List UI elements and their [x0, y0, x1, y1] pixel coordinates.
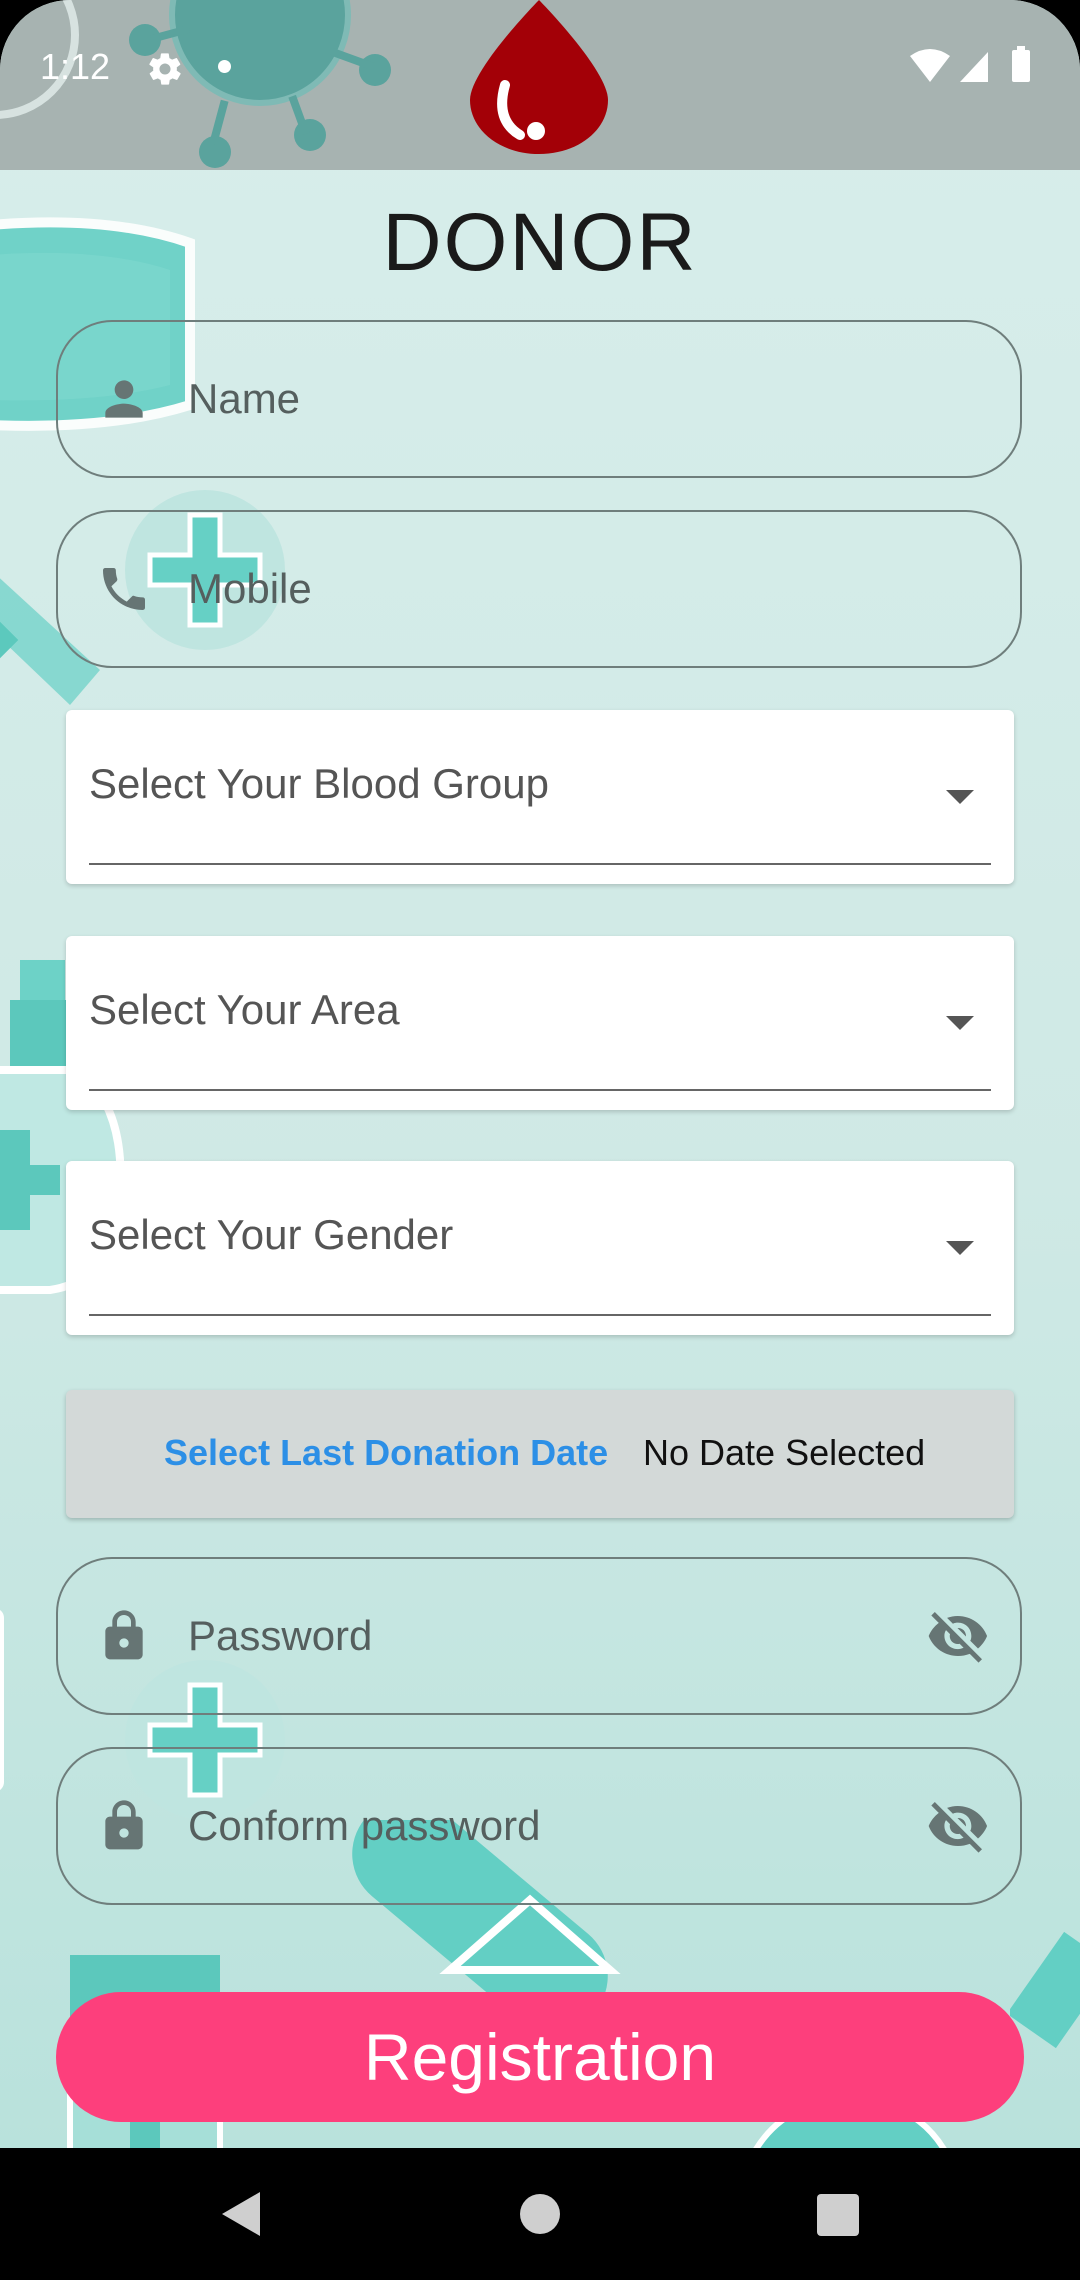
system-status-icons — [910, 46, 1030, 82]
dropdown-underline — [89, 1089, 991, 1091]
dropdown-underline — [89, 863, 991, 865]
blood-group-label: Select Your Blood Group — [89, 760, 549, 807]
battery-icon — [1012, 50, 1030, 82]
wifi-icon — [910, 49, 950, 82]
last-donation-card: Select Last Donation Date No Date Select… — [66, 1390, 1014, 1518]
area-dropdown[interactable]: Select Your Area — [66, 936, 1014, 1110]
chevron-down-icon — [946, 790, 974, 804]
phone-screen: DONOR Name Mobile Select Your Blood Grou… — [0, 0, 1080, 2280]
registration-button[interactable]: Registration — [56, 1992, 1024, 2122]
confirm-password-field[interactable]: Conform password — [56, 1747, 1022, 1905]
home-icon[interactable] — [520, 2194, 560, 2234]
chevron-down-icon — [946, 1241, 974, 1255]
name-field[interactable]: Name — [56, 320, 1022, 478]
lock-icon — [105, 1610, 143, 1660]
status-time: 1:12 — [40, 46, 111, 87]
visibility-off-icon[interactable] — [926, 1794, 990, 1858]
mobile-placeholder: Mobile — [188, 565, 312, 612]
lock-icon — [105, 1800, 143, 1850]
mobile-field[interactable]: Mobile — [56, 510, 1022, 668]
person-icon — [105, 380, 143, 418]
gender-label: Select Your Gender — [89, 1211, 454, 1258]
phone-icon — [103, 568, 145, 610]
card-illustration — [0, 1610, 4, 1790]
notification-dot — [218, 60, 231, 73]
area-label: Select Your Area — [89, 986, 400, 1033]
signal-icon — [960, 52, 988, 82]
gender-dropdown[interactable]: Select Your Gender — [66, 1161, 1014, 1335]
recents-icon[interactable] — [817, 2194, 859, 2236]
visibility-off-icon[interactable] — [926, 1604, 990, 1668]
blood-group-dropdown[interactable]: Select Your Blood Group — [66, 710, 1014, 884]
select-date-button[interactable]: Select Last Donation Date — [164, 1432, 608, 1474]
selected-date-value: No Date Selected — [643, 1432, 926, 1473]
page-title: DONOR — [382, 197, 698, 288]
chevron-down-icon — [946, 1016, 974, 1030]
password-placeholder: Password — [188, 1612, 373, 1659]
navigation-bar — [0, 2148, 1080, 2280]
name-placeholder: Name — [188, 375, 301, 422]
dropdown-underline — [89, 1314, 991, 1316]
settings-icon — [149, 53, 181, 85]
status-bar: 1:12 — [0, 0, 1080, 170]
password-field[interactable]: Password — [56, 1557, 1022, 1715]
confirm-password-placeholder: Conform password — [188, 1802, 541, 1849]
app-background: DONOR Name Mobile Select Your Blood Grou… — [0, 0, 1080, 2148]
blood-drop-logo — [470, 0, 608, 154]
back-icon[interactable] — [220, 2190, 264, 2238]
